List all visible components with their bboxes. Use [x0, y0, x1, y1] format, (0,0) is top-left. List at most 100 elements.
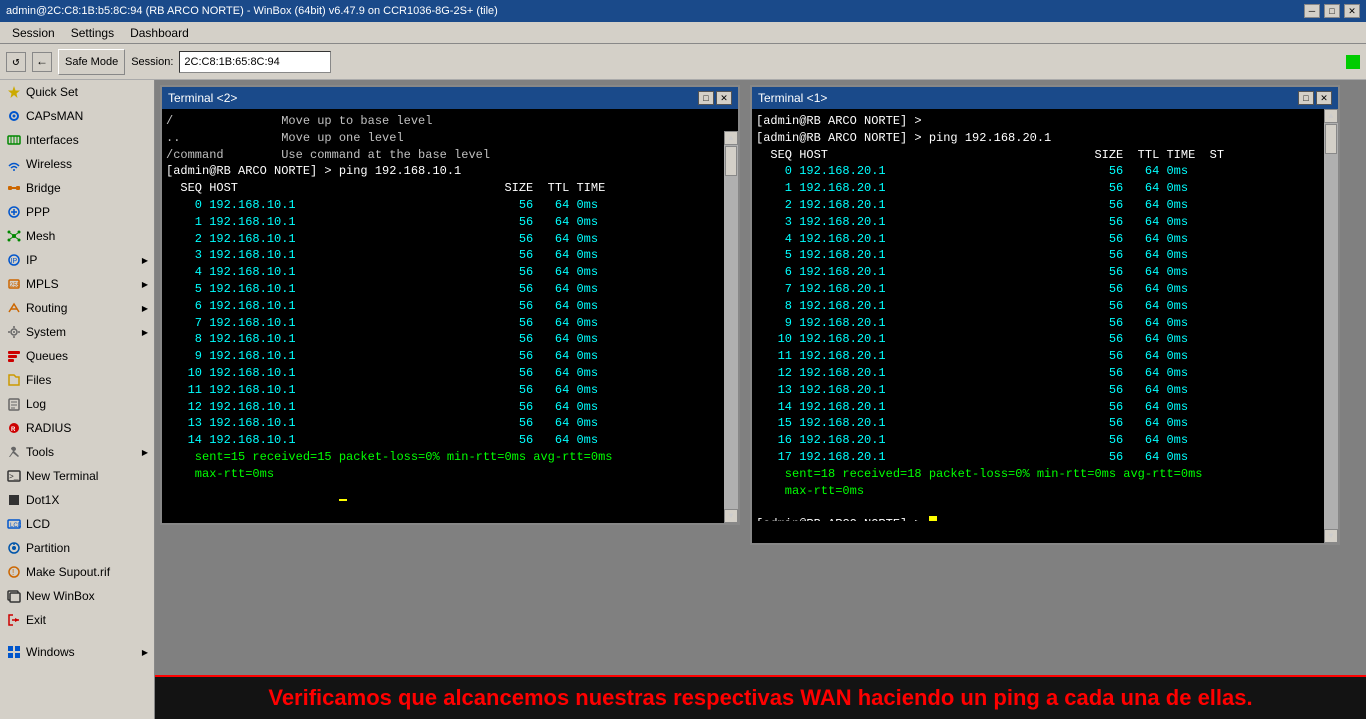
- bridge-icon: [6, 180, 22, 196]
- session-label: Session:: [131, 56, 173, 68]
- sidebar-item-partition[interactable]: Partition: [0, 536, 154, 560]
- make-supout-icon: !: [6, 564, 22, 580]
- terminal-2-window: Terminal <2> □ ✕ / Move up to base level…: [160, 85, 740, 525]
- ppp-icon: [6, 204, 22, 220]
- new-terminal-icon: >_: [6, 468, 22, 484]
- sidebar-item-ip[interactable]: IP IP ▶: [0, 248, 154, 272]
- terminal-2-title: Terminal <2>: [168, 91, 237, 105]
- safe-mode-button[interactable]: Safe Mode: [58, 49, 125, 75]
- sidebar-item-radius[interactable]: R RADIUS: [0, 416, 154, 440]
- window-controls: ─ □ ✕: [1304, 4, 1360, 18]
- sidebar-item-mesh[interactable]: Mesh: [0, 224, 154, 248]
- sidebar-label-system: System: [26, 325, 138, 339]
- menu-settings[interactable]: Settings: [63, 24, 122, 42]
- mesh-icon: [6, 228, 22, 244]
- sidebar-label-new-winbox: New WinBox: [26, 589, 148, 603]
- sidebar-item-exit[interactable]: Exit: [0, 608, 154, 632]
- windows-arrow: ▶: [142, 648, 148, 657]
- terminal-1-scroll-up[interactable]: ▲: [1324, 109, 1338, 123]
- sidebar-label-mpls: MPLS: [26, 277, 138, 291]
- mpls-arrow: ▶: [142, 280, 148, 289]
- terminal-2-controls: □ ✕: [698, 91, 732, 105]
- session-input[interactable]: [179, 51, 331, 73]
- refresh-icon[interactable]: ↺: [6, 52, 26, 72]
- subtitle-banner: Verificamos que alcancemos nuestras resp…: [155, 675, 1366, 719]
- sidebar-label-files: Files: [26, 373, 148, 387]
- sidebar-item-capsman[interactable]: CAPsMAN: [0, 104, 154, 128]
- terminal-1-window: Terminal <1> □ ✕ [admin@RB ARCO NORTE] >…: [750, 85, 1340, 545]
- sidebar-label-partition: Partition: [26, 541, 148, 555]
- sidebar-item-system[interactable]: System ▶: [0, 320, 154, 344]
- terminal-2-scrollbar[interactable]: ▲ ▼: [724, 131, 738, 523]
- sidebar-item-lcd[interactable]: LCD LCD: [0, 512, 154, 536]
- sidebar-item-new-terminal[interactable]: >_ New Terminal: [0, 464, 154, 488]
- terminal-2-scroll-up[interactable]: ▲: [724, 131, 738, 145]
- maximize-button[interactable]: □: [1324, 4, 1340, 18]
- toolbar: ↺ ← Safe Mode Session:: [0, 44, 1366, 80]
- sidebar-label-tools: Tools: [26, 445, 138, 459]
- close-button[interactable]: ✕: [1344, 4, 1360, 18]
- exit-icon: [6, 612, 22, 628]
- sidebar-item-make-supout[interactable]: ! Make Supout.rif: [0, 560, 154, 584]
- wireless-icon: [6, 156, 22, 172]
- sidebar-label-new-terminal: New Terminal: [26, 469, 148, 483]
- terminal-1-body[interactable]: [admin@RB ARCO NORTE] > [admin@RB ARCO N…: [752, 109, 1324, 521]
- mpls-icon: 255: [6, 276, 22, 292]
- terminal-2-maximize[interactable]: □: [698, 91, 714, 105]
- sidebar-item-windows[interactable]: Windows ▶: [0, 640, 154, 664]
- sidebar-item-tools[interactable]: Tools ▶: [0, 440, 154, 464]
- sidebar-label-interfaces: Interfaces: [26, 133, 148, 147]
- terminal-2-title-bar[interactable]: Terminal <2> □ ✕: [162, 87, 738, 109]
- sidebar-label-windows: Windows: [26, 645, 138, 659]
- system-arrow: ▶: [142, 328, 148, 337]
- sidebar-label-log: Log: [26, 397, 148, 411]
- sidebar-item-quick-set[interactable]: Quick Set: [0, 80, 154, 104]
- ip-icon: IP: [6, 252, 22, 268]
- sidebar-item-queues[interactable]: Queues: [0, 344, 154, 368]
- sidebar-item-ppp[interactable]: PPP: [0, 200, 154, 224]
- sidebar-label-dot1x: Dot1X: [26, 493, 148, 507]
- back-icon[interactable]: ←: [32, 52, 52, 72]
- sidebar-label-quick-set: Quick Set: [26, 85, 148, 99]
- terminal-1-scroll-down[interactable]: ▼: [1324, 529, 1338, 543]
- sidebar-item-mpls[interactable]: 255 MPLS ▶: [0, 272, 154, 296]
- sidebar-item-wireless[interactable]: Wireless: [0, 152, 154, 176]
- terminal-2-scroll-down[interactable]: ▼: [724, 509, 738, 523]
- terminal-1-title-bar[interactable]: Terminal <1> □ ✕: [752, 87, 1338, 109]
- sidebar-item-routing[interactable]: Routing ▶: [0, 296, 154, 320]
- terminal-1-maximize[interactable]: □: [1298, 91, 1314, 105]
- sidebar-label-bridge: Bridge: [26, 181, 148, 195]
- lcd-icon: LCD: [6, 516, 22, 532]
- terminal-1-close[interactable]: ✕: [1316, 91, 1332, 105]
- connection-indicator: [1346, 55, 1360, 69]
- sidebar-item-new-winbox[interactable]: New WinBox: [0, 584, 154, 608]
- sidebar-item-dot1x[interactable]: Dot1X: [0, 488, 154, 512]
- sidebar-label-lcd: LCD: [26, 517, 148, 531]
- terminal-1-scrollbar[interactable]: ▲ ▼: [1324, 109, 1338, 543]
- sidebar-label-queues: Queues: [26, 349, 148, 363]
- sidebar-label-capsman: CAPsMAN: [26, 109, 148, 123]
- sidebar-label-ppp: PPP: [26, 205, 148, 219]
- sidebar-item-bridge[interactable]: Bridge: [0, 176, 154, 200]
- sidebar-label-routing: Routing: [26, 301, 138, 315]
- svg-text:R: R: [11, 427, 16, 433]
- minimize-button[interactable]: ─: [1304, 4, 1320, 18]
- sidebar-item-log[interactable]: Log: [0, 392, 154, 416]
- terminal-2-body[interactable]: / Move up to base level .. Move up one l…: [162, 109, 724, 501]
- svg-text:255: 255: [10, 283, 21, 289]
- svg-text:IP: IP: [11, 258, 18, 265]
- menu-dashboard[interactable]: Dashboard: [122, 24, 197, 42]
- partition-icon: [6, 540, 22, 556]
- sidebar-item-files[interactable]: Files: [0, 368, 154, 392]
- sidebar-item-interfaces[interactable]: Interfaces: [0, 128, 154, 152]
- windows-section-icon: [6, 644, 22, 660]
- log-icon: [6, 396, 22, 412]
- terminal-1-title: Terminal <1>: [758, 91, 827, 105]
- terminal-2-close[interactable]: ✕: [716, 91, 732, 105]
- menu-session[interactable]: Session: [4, 24, 63, 42]
- system-icon: [6, 324, 22, 340]
- sidebar-label-make-supout: Make Supout.rif: [26, 565, 148, 579]
- content-area: Terminal <2> □ ✕ / Move up to base level…: [155, 80, 1366, 719]
- files-icon: [6, 372, 22, 388]
- dot1x-icon: [6, 492, 22, 508]
